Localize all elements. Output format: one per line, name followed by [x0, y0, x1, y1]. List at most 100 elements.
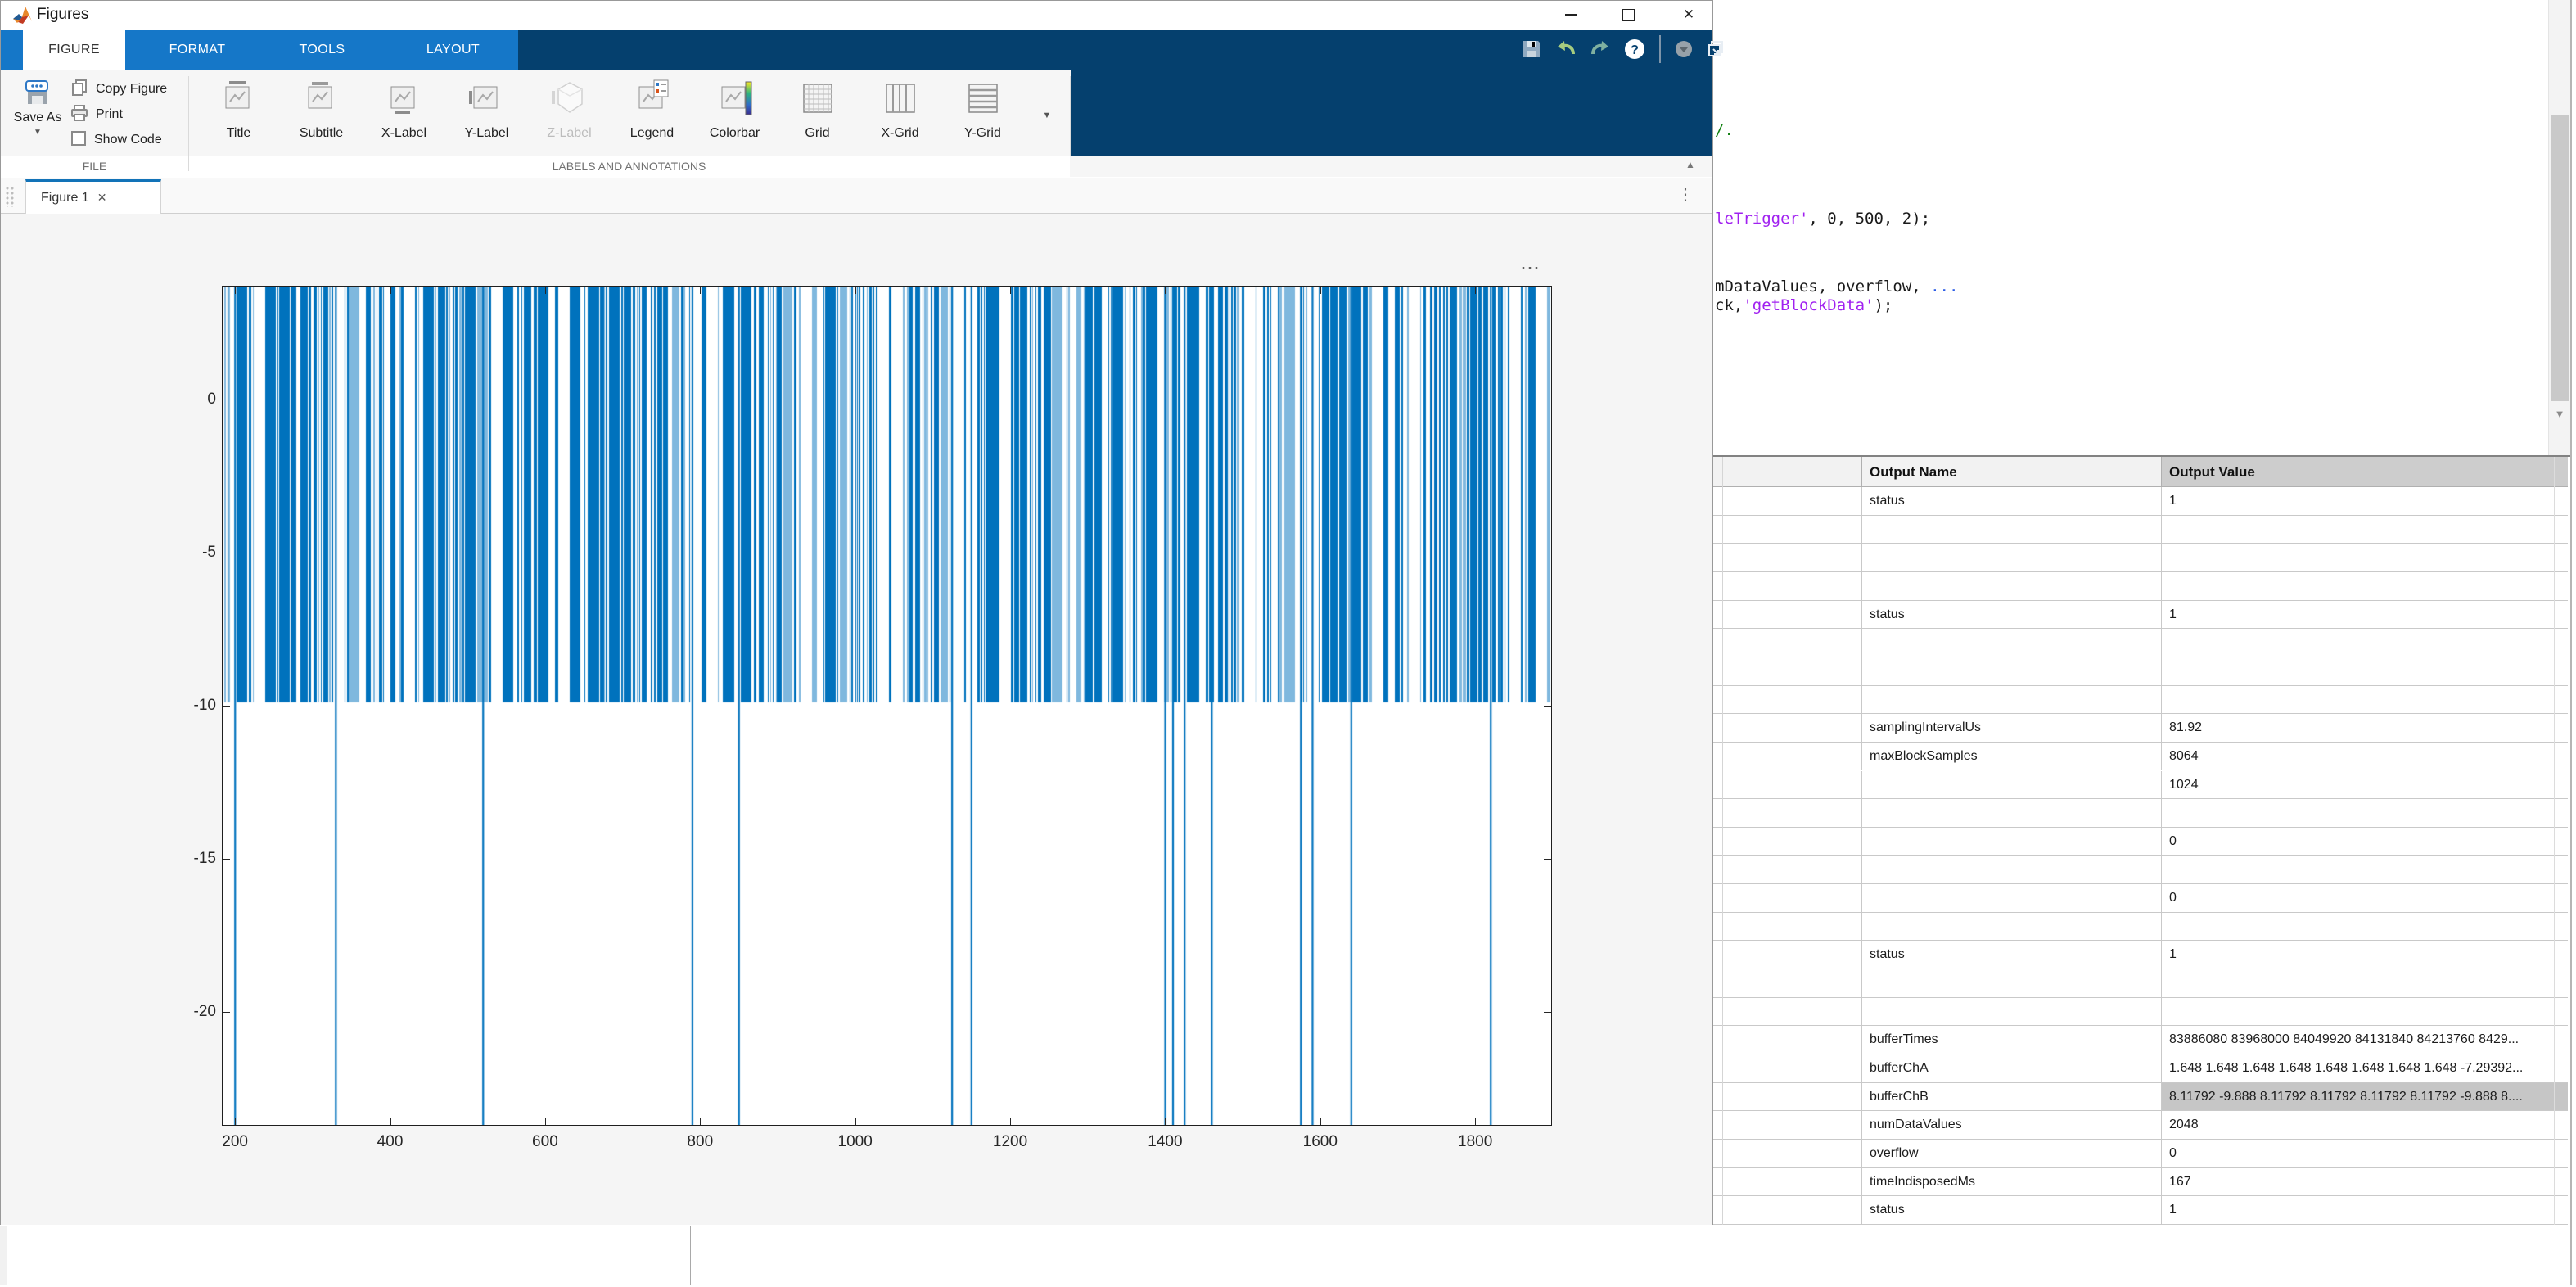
editor-scrollbar[interactable]: ▼ — [2548, 0, 2570, 455]
row-value-cell[interactable]: 8064 — [2161, 743, 2568, 771]
row-head-cell[interactable] — [1713, 969, 1861, 998]
annot-button-y-label[interactable]: Y-Label — [445, 75, 528, 153]
row-head-cell[interactable] — [1713, 799, 1861, 828]
row-head-cell[interactable] — [1713, 1083, 1861, 1112]
row-name-cell[interactable] — [1861, 998, 2161, 1027]
annot-button-legend[interactable]: Legend — [611, 75, 693, 153]
row-head-cell[interactable] — [1713, 913, 1861, 942]
row-name-cell[interactable] — [1861, 657, 2161, 686]
row-head-cell[interactable] — [1713, 487, 1861, 516]
row-head-cell[interactable] — [1713, 1140, 1861, 1168]
row-head-cell[interactable] — [1713, 516, 1861, 544]
editor-scrollbar-thumb[interactable] — [2551, 115, 2569, 401]
row-head-cell[interactable] — [1713, 572, 1861, 601]
row-name-cell[interactable]: status — [1861, 601, 2161, 630]
table-header-output-value[interactable]: Output Value — [2161, 457, 2568, 487]
tab-figure-1[interactable]: Figure 1 ✕ — [25, 179, 161, 214]
row-value-cell[interactable]: 1024 — [2161, 771, 2568, 800]
maximize-button[interactable] — [1608, 1, 1648, 29]
row-head-cell[interactable] — [1713, 1168, 1861, 1197]
row-head-cell[interactable] — [1713, 743, 1861, 771]
row-value-cell[interactable]: 1 — [2161, 487, 2568, 516]
row-name-cell[interactable]: bufferChB — [1861, 1083, 2161, 1112]
row-value-cell[interactable] — [2161, 799, 2568, 828]
row-name-cell[interactable] — [1861, 686, 2161, 715]
ribbon-tab-tools[interactable]: TOOLS — [271, 30, 373, 70]
row-head-cell[interactable] — [1713, 856, 1861, 884]
row-name-cell[interactable]: timeIndisposedMs — [1861, 1168, 2161, 1197]
row-value-cell[interactable] — [2161, 998, 2568, 1027]
row-name-cell[interactable]: samplingIntervalUs — [1861, 714, 2161, 743]
row-value-cell[interactable] — [2161, 913, 2568, 942]
row-name-cell[interactable] — [1861, 629, 2161, 657]
row-head-cell[interactable] — [1713, 771, 1861, 800]
row-head-cell[interactable] — [1713, 1026, 1861, 1054]
row-value-cell[interactable]: 0 — [2161, 828, 2568, 856]
row-name-cell[interactable]: status — [1861, 487, 2161, 516]
table-header-output-name[interactable]: Output Name — [1861, 457, 2161, 487]
qat-dock-icon[interactable] — [1705, 38, 1728, 65]
row-name-cell[interactable]: numDataValues — [1861, 1111, 2161, 1140]
row-value-cell[interactable]: 2048 — [2161, 1111, 2568, 1140]
row-name-cell[interactable] — [1861, 572, 2161, 601]
row-name-cell[interactable] — [1861, 544, 2161, 572]
row-head-cell[interactable] — [1713, 1054, 1861, 1083]
row-name-cell[interactable] — [1861, 516, 2161, 544]
row-value-cell[interactable]: 0 — [2161, 1140, 2568, 1168]
file-item-print[interactable]: Print — [70, 103, 123, 126]
row-value-cell[interactable] — [2161, 544, 2568, 572]
code-line-1[interactable]: /. — [1715, 121, 1734, 140]
row-value-cell[interactable] — [2161, 969, 2568, 998]
qat-undo-icon[interactable] — [1554, 38, 1577, 65]
row-head-cell[interactable] — [1713, 1111, 1861, 1140]
row-name-cell[interactable] — [1861, 884, 2161, 913]
row-value-cell[interactable]: 1 — [2161, 1196, 2568, 1225]
row-head-cell[interactable] — [1713, 601, 1861, 630]
annot-button-x-label[interactable]: X-Label — [363, 75, 445, 153]
gallery-dropdown-button[interactable]: ▼ — [1031, 76, 1063, 155]
annot-button-subtitle[interactable]: Subtitle — [280, 75, 363, 153]
row-name-cell[interactable]: bufferChA — [1861, 1054, 2161, 1083]
scroll-down-arrow-icon[interactable]: ▼ — [2549, 406, 2570, 422]
ribbon-tab-layout[interactable]: LAYOUT — [394, 30, 512, 70]
row-value-cell[interactable] — [2161, 629, 2568, 657]
row-value-cell[interactable] — [2161, 856, 2568, 884]
annot-button-x-grid[interactable]: X-Grid — [859, 75, 941, 153]
row-value-cell[interactable] — [2161, 686, 2568, 715]
row-name-cell[interactable] — [1861, 969, 2161, 998]
table-header-rowhead[interactable] — [1713, 457, 1861, 487]
plot-axes[interactable]: 200400600800100012001400160018000-5-10-1… — [222, 286, 1552, 1126]
row-value-cell[interactable]: 1.648 1.648 1.648 1.648 1.648 1.648 1.64… — [2161, 1054, 2568, 1083]
row-name-cell[interactable] — [1861, 799, 2161, 828]
row-name-cell[interactable]: overflow — [1861, 1140, 2161, 1168]
annot-button-y-grid[interactable]: Y-Grid — [941, 75, 1024, 153]
tabbar-menu-icon[interactable]: ⋮ — [1677, 184, 1694, 205]
window-titlebar[interactable]: Figures ✕ — [1, 1, 1712, 30]
row-head-cell[interactable] — [1713, 714, 1861, 743]
code-line-2[interactable]: leTrigger', 0, 500, 2); — [1715, 210, 1930, 228]
row-head-cell[interactable] — [1713, 686, 1861, 715]
ribbon-tab-figure[interactable]: FIGURE — [23, 30, 125, 70]
row-value-cell[interactable] — [2161, 516, 2568, 544]
row-value-cell[interactable]: 83886080 83968000 84049920 84131840 8421… — [2161, 1026, 2568, 1054]
row-head-cell[interactable] — [1713, 828, 1861, 856]
row-head-cell[interactable] — [1713, 629, 1861, 657]
figure-tab-close-icon[interactable]: ✕ — [97, 191, 107, 205]
row-name-cell[interactable] — [1861, 828, 2161, 856]
row-head-cell[interactable] — [1713, 884, 1861, 913]
axes-toolbar-icon[interactable]: ⋯ — [1520, 256, 1542, 280]
panel-divider[interactable] — [690, 1226, 691, 1285]
row-value-cell[interactable]: 81.92 — [2161, 714, 2568, 743]
annot-button-title[interactable]: Title — [197, 75, 280, 153]
minimize-button[interactable] — [1551, 1, 1590, 29]
row-value-cell[interactable] — [2161, 572, 2568, 601]
annot-button-colorbar[interactable]: Colorbar — [693, 75, 776, 153]
qat-help-icon[interactable]: ? — [1623, 38, 1646, 65]
row-value-cell[interactable]: 0 — [2161, 884, 2568, 913]
qat-save-icon[interactable] — [1520, 38, 1543, 65]
row-head-cell[interactable] — [1713, 998, 1861, 1027]
row-value-cell[interactable]: 1 — [2161, 601, 2568, 630]
row-value-cell[interactable] — [2161, 657, 2568, 686]
row-name-cell[interactable]: maxBlockSamples — [1861, 743, 2161, 771]
row-value-cell[interactable]: 167 — [2161, 1168, 2568, 1197]
